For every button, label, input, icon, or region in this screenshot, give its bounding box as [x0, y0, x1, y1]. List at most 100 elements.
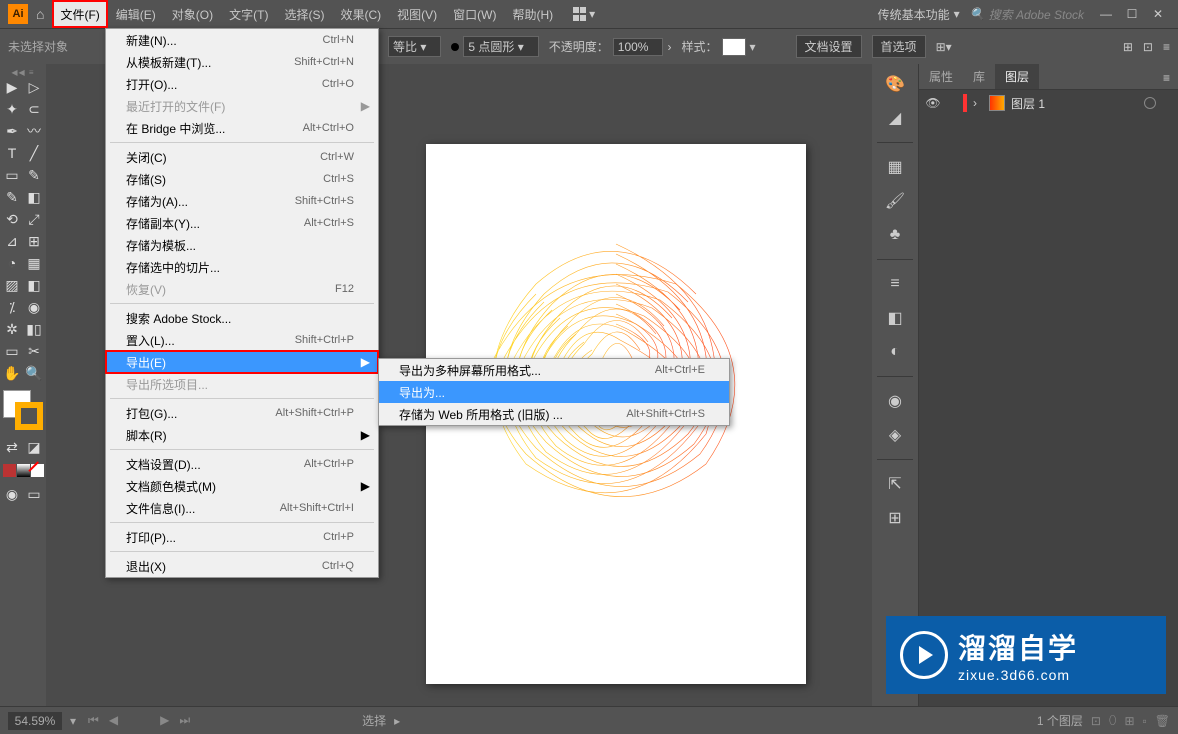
brush-tool-icon[interactable]: ✎	[23, 164, 45, 186]
symbols-panel-icon[interactable]: ♣	[883, 223, 907, 247]
menu-help[interactable]: 帮助(H)	[504, 0, 561, 28]
swap-fill-stroke-icon[interactable]: ⇄	[1, 436, 23, 458]
align-icon[interactable]: ⊞▾	[936, 40, 952, 54]
search-stock[interactable]: 🔍 搜索 Adobe Stock	[970, 6, 1084, 23]
line-tool-icon[interactable]: ╱	[23, 142, 45, 164]
menu-item-存储为A[interactable]: 存储为(A)...Shift+Ctrl+S	[106, 190, 378, 212]
tab-properties[interactable]: 属性	[919, 64, 963, 89]
brush-dropdown[interactable]: 5 点圆形 ▾	[463, 36, 538, 57]
menu-item-打印P[interactable]: 打印(P)...Ctrl+P	[106, 526, 378, 548]
artboards-panel-icon[interactable]: ⊞	[883, 506, 907, 530]
style-swatch[interactable]	[722, 38, 746, 56]
rotate-tool-icon[interactable]: ⟲	[1, 208, 23, 230]
perspective-tool-icon[interactable]: ▦	[23, 252, 45, 274]
selection-tool-icon[interactable]: ▶	[1, 76, 23, 98]
menu-item-文件信息I[interactable]: 文件信息(I)...Alt+Shift+Ctrl+I	[106, 497, 378, 519]
graphic-styles-icon[interactable]: ◈	[883, 423, 907, 447]
curvature-tool-icon[interactable]: 〰	[23, 120, 45, 142]
workspace-switcher[interactable]: 传统基本功能▾	[878, 6, 960, 23]
arrange-docs-icon[interactable]	[573, 7, 587, 21]
rectangle-tool-icon[interactable]: ▭	[1, 164, 23, 186]
menu-item-在-Bridge-中浏览[interactable]: 在 Bridge 中浏览...Alt+Ctrl+O	[106, 117, 378, 139]
toolbox-handle[interactable]: ◀◀ ≡	[3, 68, 43, 76]
tab-libraries[interactable]: 库	[963, 64, 995, 89]
eyedropper-tool-icon[interactable]: ⁒	[1, 296, 23, 318]
target-icon[interactable]	[1144, 97, 1156, 109]
close-icon[interactable]: ✕	[1146, 5, 1170, 23]
eraser-tool-icon[interactable]: ◧	[23, 186, 45, 208]
menu-item-存储选中的切片[interactable]: 存储选中的切片...	[106, 256, 378, 278]
direct-selection-tool-icon[interactable]: ▷	[23, 76, 45, 98]
lasso-tool-icon[interactable]: ⊂	[23, 98, 45, 120]
zoom-tool-icon[interactable]: 🔍	[23, 362, 45, 384]
scale-tool-icon[interactable]: ⤢	[23, 208, 45, 230]
new-layer-icon[interactable]: ▫	[1143, 714, 1147, 728]
menu-effect[interactable]: 效果(C)	[332, 0, 389, 28]
shape-builder-tool-icon[interactable]: ◔	[1, 252, 23, 274]
menu-item-打开O[interactable]: 打开(O)...Ctrl+O	[106, 73, 378, 95]
width-tool-icon[interactable]: ⊿	[1, 230, 23, 252]
minimize-icon[interactable]: —	[1094, 5, 1118, 23]
symbol-sprayer-tool-icon[interactable]: ✲	[1, 318, 23, 340]
menu-item-文档颜色模式M[interactable]: 文档颜色模式(M)▶	[106, 475, 378, 497]
menu-item-存储为模板[interactable]: 存储为模板...	[106, 234, 378, 256]
slice-tool-icon[interactable]: ✂	[23, 340, 45, 362]
type-tool-icon[interactable]: T	[1, 142, 23, 164]
tab-layers[interactable]: 图层	[995, 64, 1039, 89]
submenu-item-导出为多种屏幕所用格式[interactable]: 导出为多种屏幕所用格式...Alt+Ctrl+E	[379, 359, 729, 381]
color-mode-swatches[interactable]	[3, 464, 44, 477]
menu-type[interactable]: 文字(T)	[221, 0, 276, 28]
artboard-nav[interactable]: ⏮◀▶⏭	[84, 713, 194, 728]
menu-item-新建N[interactable]: 新建(N)...Ctrl+N	[106, 29, 378, 51]
submenu-item-导出为[interactable]: 导出为...	[379, 381, 729, 403]
brushes-panel-icon[interactable]: 🖌	[883, 189, 907, 213]
menu-window[interactable]: 窗口(W)	[445, 0, 504, 28]
menu-item-关闭C[interactable]: 关闭(C)Ctrl+W	[106, 146, 378, 168]
shaper-tool-icon[interactable]: ✎	[1, 186, 23, 208]
zoom-field[interactable]: 54.59%	[8, 712, 62, 730]
menu-item-搜索-Adobe-Stock[interactable]: 搜索 Adobe Stock...	[106, 307, 378, 329]
menu-object[interactable]: 对象(O)	[164, 0, 221, 28]
opacity-field[interactable]: 100%	[613, 38, 664, 56]
appearance-panel-icon[interactable]: ◉	[883, 389, 907, 413]
menu-item-打包G[interactable]: 打包(G)...Alt+Shift+Ctrl+P	[106, 402, 378, 424]
free-transform-tool-icon[interactable]: ⊞	[23, 230, 45, 252]
submenu-item-存储为-Web-所用格式-旧版-[interactable]: 存储为 Web 所用格式 (旧版) ...Alt+Shift+Ctrl+S	[379, 403, 729, 425]
locate-layer-icon[interactable]: ⊡	[1091, 714, 1101, 728]
opt-icon-1[interactable]: ⊞	[1123, 40, 1133, 54]
new-sublayer-icon[interactable]: ⊞	[1124, 714, 1134, 728]
delete-layer-icon[interactable]: 🗑	[1155, 714, 1170, 728]
gradient-tool-icon[interactable]: ◧	[23, 274, 45, 296]
magic-wand-tool-icon[interactable]: ✦	[1, 98, 23, 120]
gradient-panel-icon[interactable]: ◧	[883, 306, 907, 330]
draw-mode-icon[interactable]: ◉	[1, 483, 23, 505]
layer-row[interactable]: 👁 › 图层 1	[921, 92, 1176, 114]
swatches-panel-icon[interactable]: ▦	[883, 155, 907, 179]
blend-tool-icon[interactable]: ◉	[23, 296, 45, 318]
artboard-tool-icon[interactable]: ▭	[1, 340, 23, 362]
document-setup-button[interactable]: 文档设置	[796, 35, 862, 58]
fill-stroke-swatch[interactable]	[1, 388, 45, 432]
graph-tool-icon[interactable]: ▮▯	[23, 318, 45, 340]
default-fill-stroke-icon[interactable]: ◪	[23, 436, 45, 458]
menu-edit[interactable]: 编辑(E)	[108, 0, 164, 28]
expand-icon[interactable]: ›	[973, 96, 983, 110]
visibility-icon[interactable]: 👁	[925, 96, 941, 110]
layer-name[interactable]: 图层 1	[1011, 95, 1138, 112]
menu-item-存储副本Y[interactable]: 存储副本(Y)...Alt+Ctrl+S	[106, 212, 378, 234]
menu-item-置入L[interactable]: 置入(L)...Shift+Ctrl+P	[106, 329, 378, 351]
panel-menu-icon[interactable]: ≡	[1155, 67, 1178, 89]
hand-tool-icon[interactable]: ✋	[1, 362, 23, 384]
menu-item-脚本R[interactable]: 脚本(R)▶	[106, 424, 378, 446]
menu-item-存储S[interactable]: 存储(S)Ctrl+S	[106, 168, 378, 190]
home-icon[interactable]: ⌂	[36, 6, 44, 22]
menu-item-从模板新建T[interactable]: 从模板新建(T)...Shift+Ctrl+N	[106, 51, 378, 73]
color-guide-icon[interactable]: ◢	[883, 106, 907, 130]
pen-tool-icon[interactable]: ✒	[1, 120, 23, 142]
uniform-dropdown[interactable]: 等比 ▾	[388, 36, 441, 57]
menu-item-文档设置D[interactable]: 文档设置(D)...Alt+Ctrl+P	[106, 453, 378, 475]
transparency-panel-icon[interactable]: ◐	[883, 340, 907, 364]
opt-icon-2[interactable]: ⊡	[1143, 40, 1153, 54]
opt-menu-icon[interactable]: ≡	[1163, 40, 1170, 54]
menu-item-退出X[interactable]: 退出(X)Ctrl+Q	[106, 555, 378, 577]
